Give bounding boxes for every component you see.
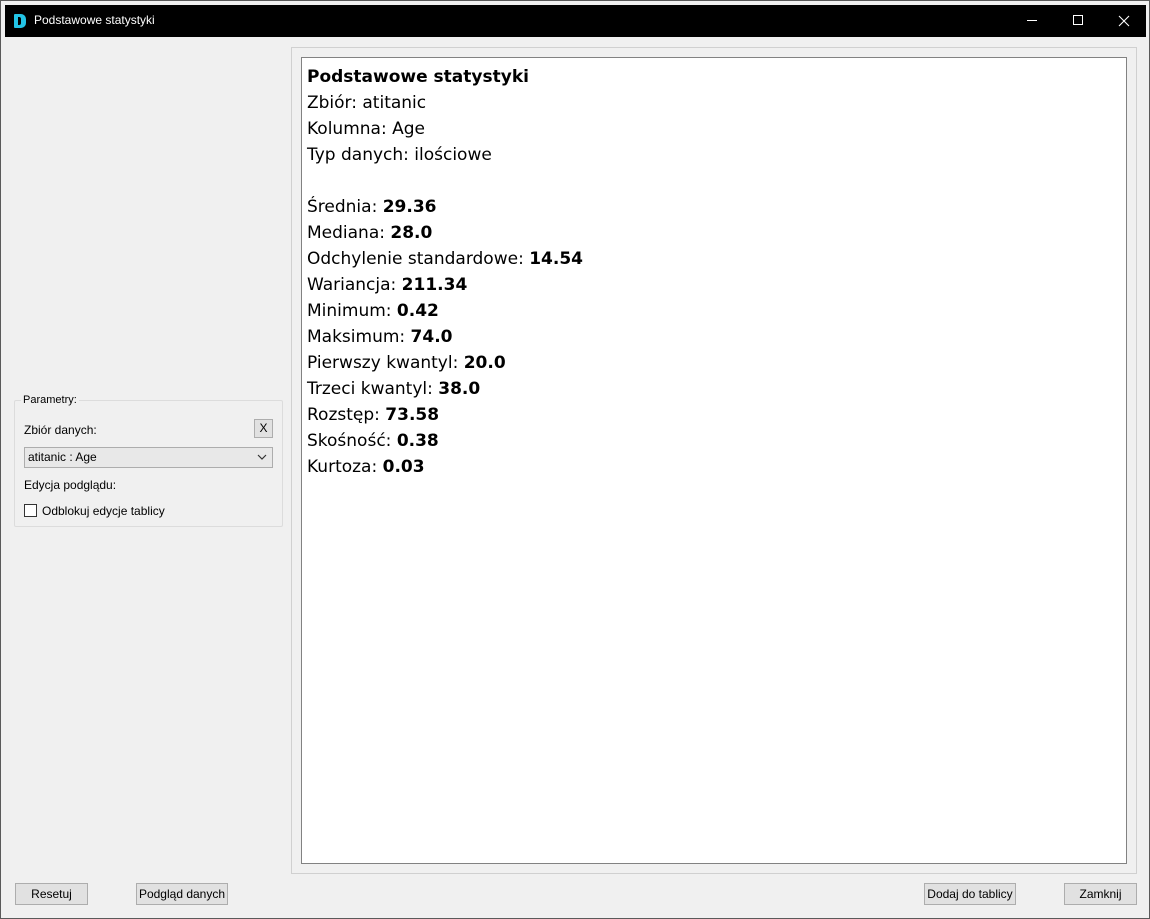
dataset-select-value: atitanic : Age — [28, 450, 97, 464]
minimize-button[interactable] — [1009, 5, 1055, 37]
unlock-edit-checkbox[interactable] — [24, 504, 37, 517]
add-to-table-button[interactable]: Dodaj do tablicy — [924, 883, 1016, 905]
report-text: Podstawowe statystyki Zbiór: atitanic Ko… — [307, 64, 583, 480]
stat-q1: Pierwszy kwantyl: 20.0 — [307, 353, 506, 373]
stat-kurtosis: Kurtoza: 0.03 — [307, 457, 425, 477]
maximize-button[interactable] — [1055, 5, 1101, 37]
chevron-down-icon — [257, 454, 267, 460]
stat-q3: Trzeci kwantyl: 38.0 — [307, 379, 481, 399]
stat-min: Minimum: 0.42 — [307, 301, 439, 321]
reset-button[interactable]: Resetuj — [15, 883, 88, 905]
stat-skewness: Skośność: 0.38 — [307, 431, 439, 451]
preview-edit-label: Edycja podglądu: — [24, 478, 117, 492]
data-preview-button[interactable]: Podgląd danych — [136, 883, 228, 905]
dataset-label: Zbiór danych: — [24, 423, 97, 437]
close-icon — [1118, 15, 1130, 27]
report-dataset: Zbiór: atitanic — [307, 93, 427, 113]
stat-variance: Wariancja: 211.34 — [307, 275, 468, 295]
window-title: Podstawowe statystyki — [34, 13, 155, 27]
stat-std: Odchylenie standardowe: 14.54 — [307, 249, 583, 269]
dataset-select[interactable]: atitanic : Age — [24, 447, 273, 468]
report-view[interactable]: Podstawowe statystyki Zbiór: atitanic Ko… — [301, 57, 1127, 864]
report-dtype: Typ danych: ilościowe — [307, 145, 492, 165]
stat-max: Maksimum: 74.0 — [307, 327, 453, 347]
title-bar[interactable]: Podstawowe statystyki — [5, 5, 1146, 37]
clear-dataset-button[interactable]: X — [254, 419, 273, 438]
parameters-legend: Parametry: — [21, 394, 79, 406]
stat-median: Mediana: 28.0 — [307, 223, 433, 243]
app-logo-icon — [14, 14, 26, 28]
dialog-window: Podstawowe statystyki Parametry: Zbiór d… — [0, 0, 1150, 919]
report-column: Kolumna: Age — [307, 119, 425, 139]
stat-mean: Średnia: 29.36 — [307, 197, 437, 217]
close-button[interactable]: Zamknij — [1064, 883, 1137, 905]
stat-range: Rozstęp: 73.58 — [307, 405, 440, 425]
close-window-button[interactable] — [1101, 5, 1147, 37]
unlock-edit-label[interactable]: Odblokuj edycje tablicy — [42, 504, 165, 518]
report-title: Podstawowe statystyki — [307, 67, 529, 87]
